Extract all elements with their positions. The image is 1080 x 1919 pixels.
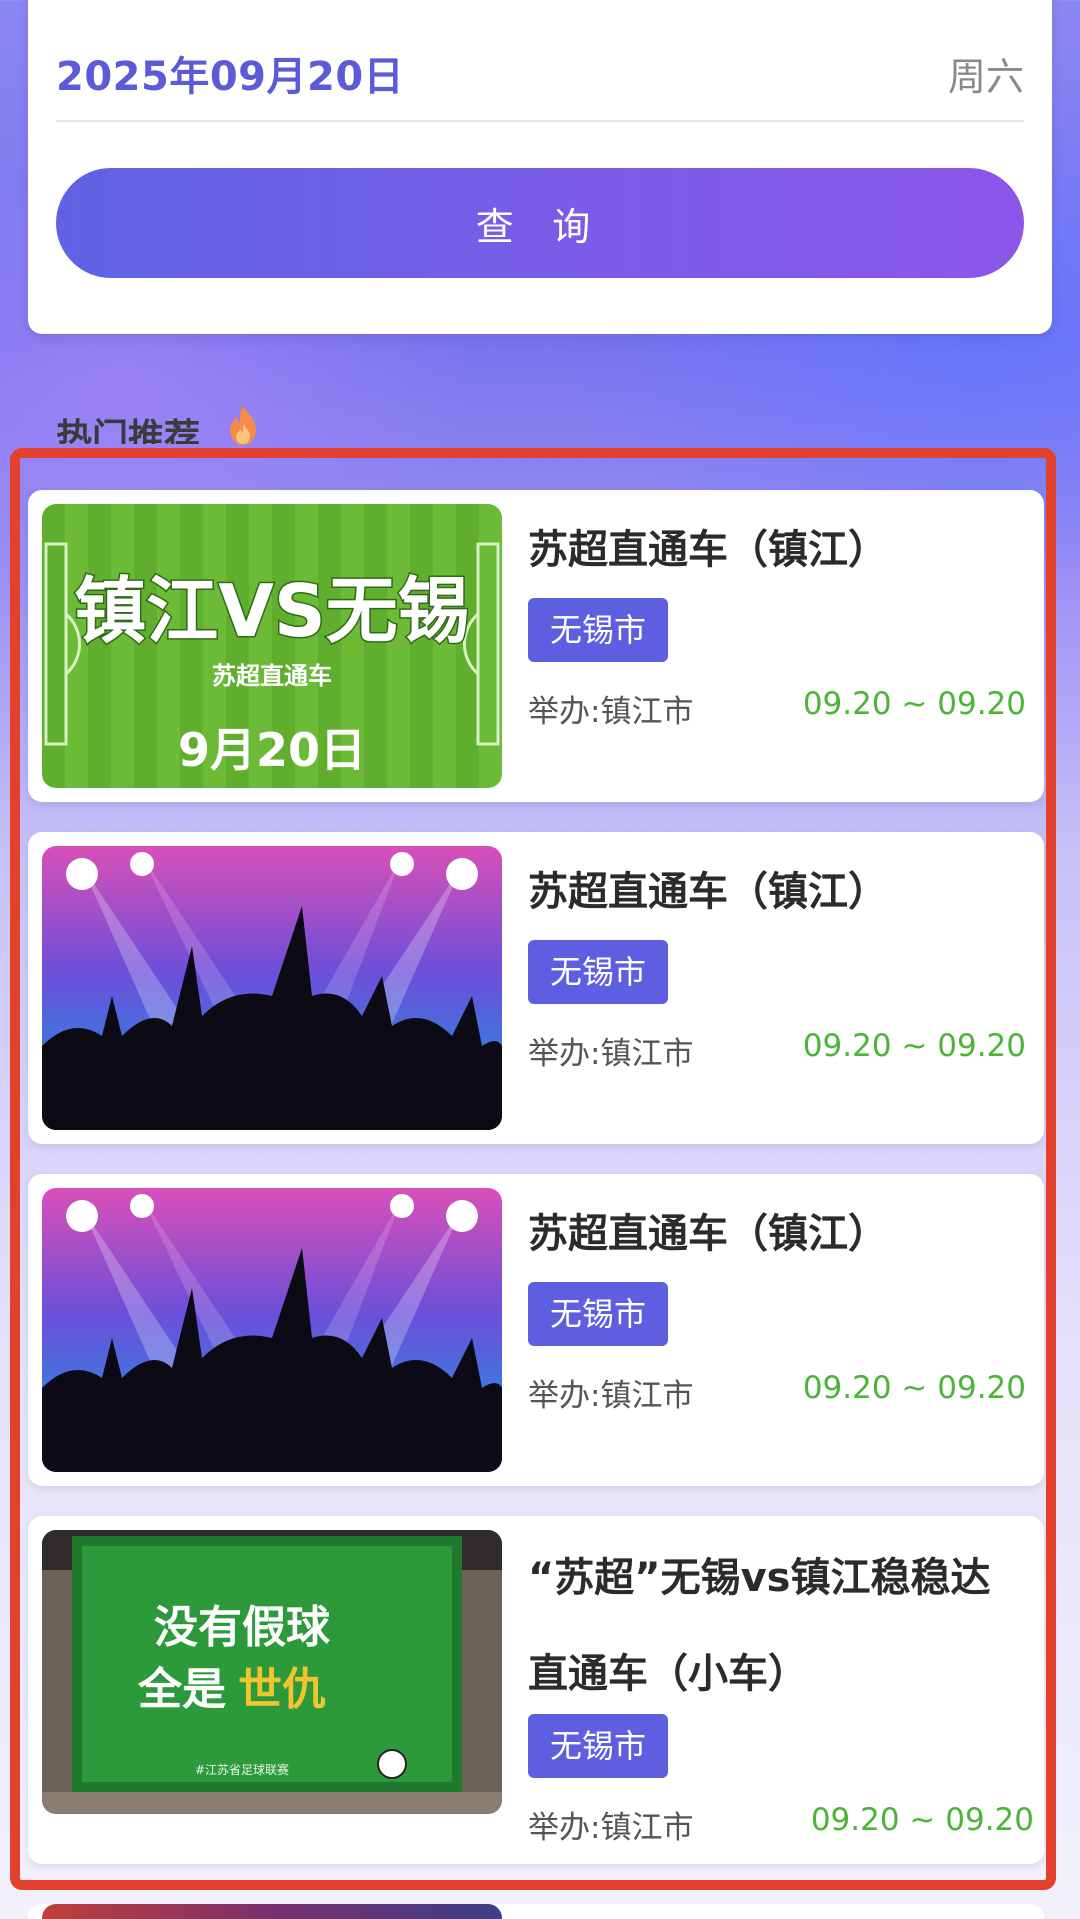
host-label: 举办:镇江市 — [528, 1810, 694, 1846]
event-title: “苏超”无锡vs镇江稳稳达直通车（小车） — [528, 1555, 991, 1697]
banner-headline: 镇江VS无锡 — [74, 569, 470, 653]
host-label: 举办:镇江市 — [528, 694, 694, 730]
event-title: 苏超直通车（镇江） — [528, 1211, 888, 1257]
banner-date: 9月20日 — [178, 723, 366, 777]
billboard-line1: 没有假球 — [154, 1602, 331, 1653]
host-label: 举办:镇江市 — [528, 1378, 694, 1414]
divider — [56, 120, 1024, 122]
event-card[interactable]: 镇江VS无锡 苏超直通车 9月20日 苏超直通车（镇江） 无锡市 举办:镇江市 … — [28, 490, 1044, 802]
billboard-line2-b: 世仇 — [238, 1664, 326, 1715]
city-tag: 无锡市 — [528, 940, 669, 1004]
event-thumbnail — [42, 846, 502, 1130]
event-title: 苏超直通车（镇江） — [528, 527, 888, 573]
date-range: 09.20 ~ 09.20 — [802, 1028, 1026, 1064]
date-range: 09.20 ~ 09.20 — [802, 1370, 1026, 1406]
event-title: 苏超直通车（镇江） — [528, 869, 888, 915]
event-card[interactable]: 苏超直通车（镇江） 无锡市 举办:镇江市 09.20 ~ 09.20 — [28, 1174, 1044, 1486]
event-thumbnail — [42, 1188, 502, 1472]
search-card: 2025年09月20日 周六 查 询 — [28, 0, 1052, 334]
section-title: 热门推荐 — [56, 417, 201, 444]
event-thumbnail: 镇江VS无锡 苏超直通车 9月20日 — [42, 504, 502, 788]
billboard-caption: #江苏省足球联赛 — [195, 1762, 289, 1777]
city-tag: 无锡市 — [528, 1282, 669, 1346]
billboard-line2-a: 全是 — [137, 1664, 226, 1715]
event-card[interactable]: 没有假球 全是 世仇 #江苏省足球联赛 “苏超”无锡vs镇江稳稳达直通车（小车）… — [28, 1516, 1044, 1864]
host-label: 举办:镇江市 — [528, 1036, 694, 1072]
city-tag: 无锡市 — [528, 1714, 669, 1778]
banner-subtitle: 苏超直通车 — [212, 662, 332, 690]
date-range: 09.20 ~ 09.20 — [810, 1802, 1034, 1838]
fire-icon — [230, 406, 256, 445]
date-picker-value[interactable]: 2025年09月20日 — [56, 44, 404, 102]
query-button[interactable]: 查 询 — [56, 168, 1024, 278]
weekday-label: 周六 — [947, 55, 1024, 99]
event-thumbnail: 没有假球 全是 世仇 #江苏省足球联赛 — [42, 1530, 502, 1814]
date-range: 09.20 ~ 09.20 — [802, 686, 1026, 722]
city-tag: 无锡市 — [528, 598, 669, 662]
event-card-partial[interactable] — [28, 1904, 1044, 1919]
event-thumbnail — [42, 1904, 502, 1919]
event-card[interactable]: 苏超直通车（镇江） 无锡市 举办:镇江市 09.20 ~ 09.20 — [28, 832, 1044, 1144]
